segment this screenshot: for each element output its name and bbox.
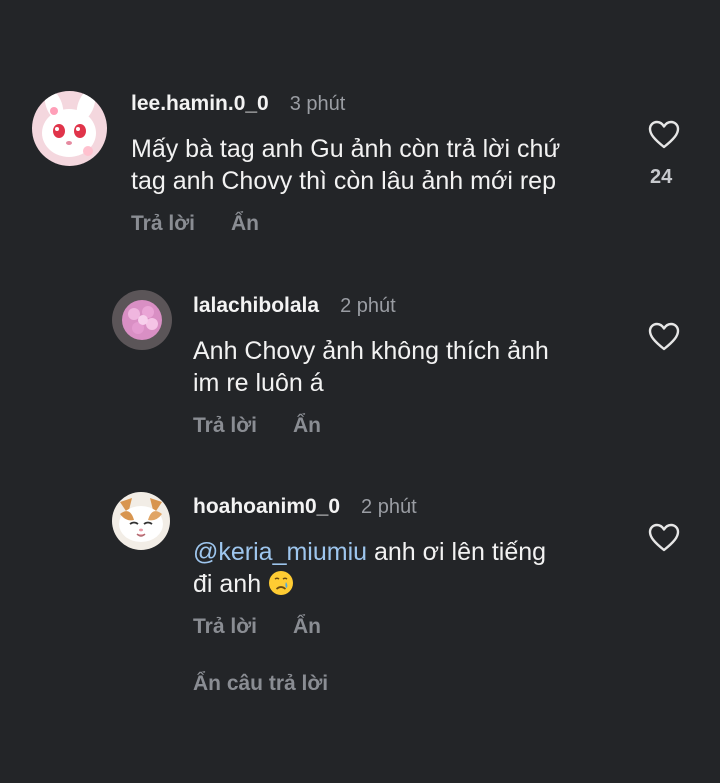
comment-text-line-2-text: đi anh xyxy=(193,570,269,598)
crying-face-emoji-icon xyxy=(269,571,294,595)
hide-button[interactable]: Ẩn xyxy=(231,212,259,236)
reply-button[interactable]: Trả lời xyxy=(131,212,195,236)
comment-time: 3 phút xyxy=(289,93,346,115)
white-rabbit-avatar-icon xyxy=(32,91,107,166)
user-mention-link[interactable]: @keria_miumiu xyxy=(193,538,367,566)
comment-username[interactable]: lalachibolala xyxy=(193,294,319,318)
avatar[interactable] xyxy=(32,91,107,166)
hide-button[interactable]: Ẩn xyxy=(293,615,321,639)
hide-replies-button[interactable]: Ẩn câu trả lời xyxy=(193,672,328,696)
reply-button[interactable]: Trả lời xyxy=(193,414,257,438)
comment-text-line-2: im re luôn á xyxy=(193,369,324,397)
heart-icon xyxy=(648,523,680,552)
heart-icon xyxy=(648,120,680,149)
comment-time: 2 phút xyxy=(340,295,396,317)
pink-flower-avatar-icon xyxy=(112,290,172,350)
comment-time: 2 phút xyxy=(361,496,417,518)
comment-username[interactable]: hoahoanim0_0 xyxy=(193,495,340,519)
comment-text-rest: anh ơi lên tiếng xyxy=(367,538,547,566)
like-button[interactable] xyxy=(648,322,680,352)
like-button[interactable] xyxy=(648,523,680,553)
kitten-avatar-icon xyxy=(112,492,170,550)
comment-text-line-2: tag anh Chovy thì còn lâu ảnh mới rep xyxy=(131,167,556,195)
comment-text-line-1: @keria_miumiu anh ơi lên tiếng xyxy=(193,536,643,568)
reply-button[interactable]: Trả lời xyxy=(193,615,257,639)
comment-username[interactable]: lee.hamin.0_0 xyxy=(131,92,269,116)
avatar[interactable] xyxy=(112,492,170,550)
comment-text-line-1: Mấy bà tag anh Gu ảnh còn trả lời chứ xyxy=(131,135,561,163)
comment-text-line-1: Anh Chovy ảnh không thích ảnh xyxy=(193,337,549,365)
comment-text: @keria_miumiu anh ơi lên tiếng đi anh xyxy=(193,536,643,600)
avatar[interactable] xyxy=(112,290,172,350)
hide-button[interactable]: Ẩn xyxy=(293,414,321,438)
comment-text: Anh Chovy ảnh không thích ảnh im re luôn… xyxy=(193,335,643,399)
like-button[interactable] xyxy=(648,120,680,150)
comment-text: Mấy bà tag anh Gu ảnh còn trả lời chứ ta… xyxy=(131,133,621,197)
comment-text-line-2: đi anh xyxy=(193,568,643,600)
like-count: 24 xyxy=(650,166,673,188)
heart-icon xyxy=(648,322,680,351)
